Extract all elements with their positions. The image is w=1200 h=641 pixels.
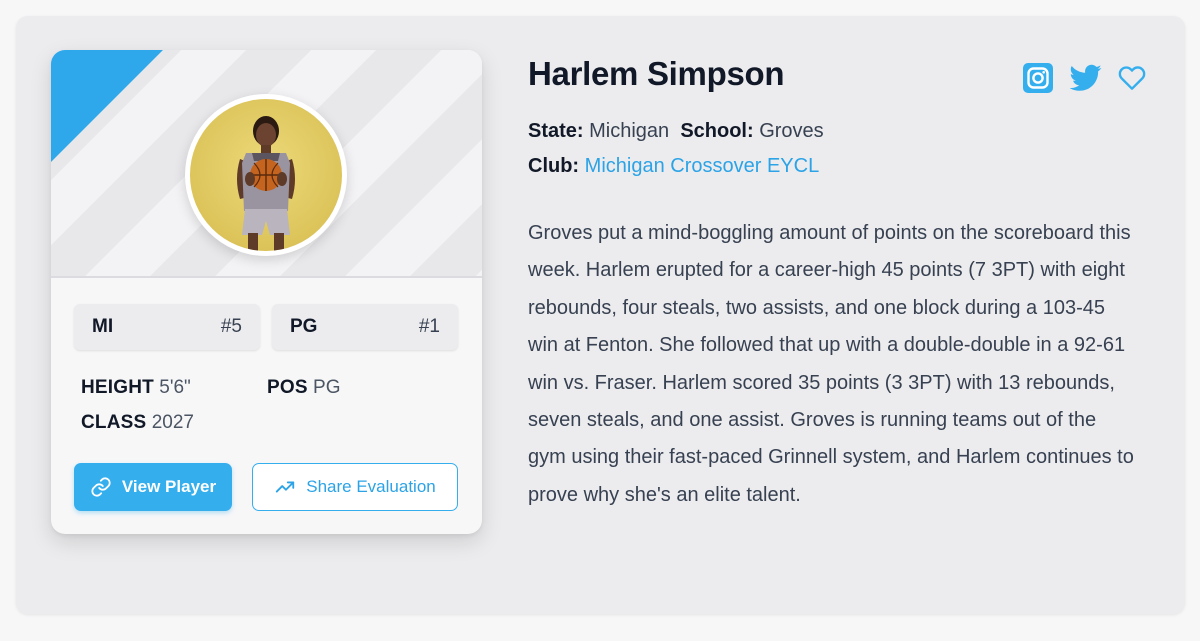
- class-label: CLASS: [81, 412, 147, 433]
- position-rank-box: PG #1: [272, 304, 458, 350]
- position-rank-label: PG: [290, 316, 318, 337]
- state-rank-box: MI #5: [74, 304, 260, 350]
- club-link[interactable]: Michigan Crossover EYCL: [585, 155, 820, 177]
- state-value: Michigan: [589, 120, 670, 142]
- state-rank-label: MI: [92, 316, 114, 337]
- pos-value: PG: [313, 377, 341, 398]
- player-name: Harlem Simpson: [528, 55, 785, 92]
- player-photo: [190, 99, 342, 251]
- card-hero: [51, 50, 482, 278]
- state-rank-value: #5: [220, 316, 242, 337]
- player-description: Groves put a mind-boggling amount of poi…: [528, 222, 1134, 506]
- instagram-icon[interactable]: [1022, 62, 1054, 94]
- position-rank-value: #1: [418, 316, 440, 337]
- heart-icon[interactable]: [1118, 64, 1146, 92]
- player-photo-illustration: [237, 116, 295, 251]
- school-value: Groves: [759, 120, 824, 142]
- height-value: 5'6": [159, 377, 191, 398]
- pos-info: POS PG: [267, 377, 340, 399]
- class-value: 2027: [151, 412, 194, 433]
- height-label: HEIGHT: [81, 377, 154, 398]
- trending-up-icon: [276, 481, 295, 493]
- state-label: State:: [528, 120, 584, 142]
- school-label: School:: [680, 120, 754, 142]
- share-evaluation-button[interactable]: Share Evaluation: [252, 463, 458, 511]
- player-card: MI #5 PG #1 HEIGHT 5'6" CLASS 2027 POS P…: [51, 50, 482, 534]
- club-line: Club: Michigan Crossover EYCL: [528, 155, 819, 178]
- view-player-label: View Player: [121, 477, 217, 496]
- share-evaluation-label: Share Evaluation: [306, 477, 436, 496]
- social-links: [1022, 62, 1146, 94]
- view-player-button[interactable]: View Player: [74, 463, 232, 511]
- state-school-line: State: Michigan School: Groves: [528, 120, 824, 143]
- avatar[interactable]: [185, 94, 347, 256]
- club-label: Club:: [528, 155, 580, 177]
- twitter-icon[interactable]: [1070, 64, 1102, 92]
- pos-label: POS: [267, 377, 308, 398]
- class-info: CLASS 2027: [81, 412, 194, 434]
- link-icon: [91, 477, 111, 497]
- corner-accent: [51, 50, 163, 162]
- height-info: HEIGHT 5'6": [81, 377, 191, 399]
